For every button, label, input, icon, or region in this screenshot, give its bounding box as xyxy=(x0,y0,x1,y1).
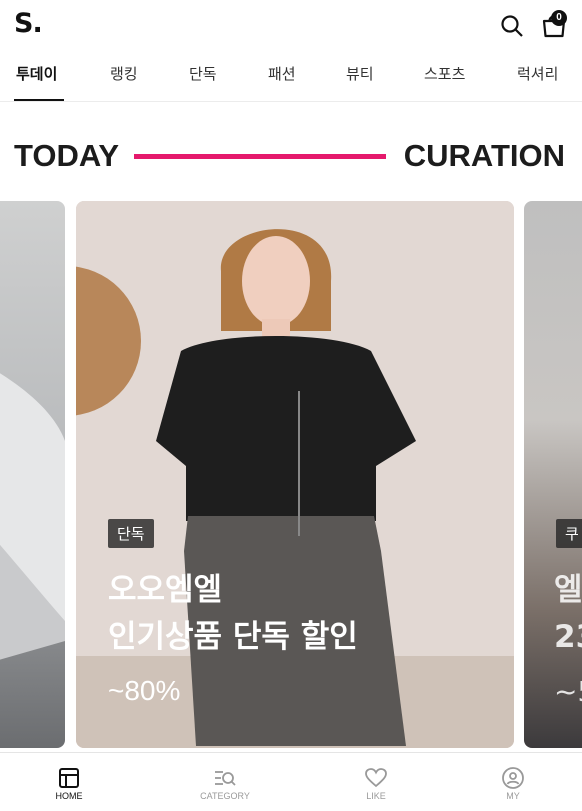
tab-exclusive[interactable]: 단독 xyxy=(189,63,217,84)
curation-title-left: TODAY xyxy=(14,138,120,173)
nav-like-label: LIKE xyxy=(366,791,386,801)
tab-today[interactable]: 투데이 xyxy=(16,63,57,84)
card-title-next: 엘 23 xyxy=(554,567,582,661)
sneaker-image xyxy=(0,373,65,660)
carousel-card-next[interactable]: 쿠 엘 23 ~5 xyxy=(524,201,582,748)
app-header: S. 0 xyxy=(0,0,582,52)
user-icon xyxy=(502,767,524,789)
nav-my[interactable]: MY xyxy=(463,753,563,811)
tab-beauty[interactable]: 뷰티 xyxy=(346,63,374,84)
card-title: 오오엠엘 인기상품 단독 할인 xyxy=(108,567,358,661)
card-title-line2: 인기상품 단독 할인 xyxy=(108,619,358,655)
nav-home[interactable]: HOME xyxy=(19,753,119,811)
model-photo xyxy=(76,201,514,748)
tab-sports[interactable]: 스포츠 xyxy=(424,63,465,84)
home-icon xyxy=(59,768,79,788)
nav-category-label: CATEGORY xyxy=(200,791,250,801)
brand-logo[interactable]: S. xyxy=(14,8,43,39)
category-icon xyxy=(215,771,236,786)
search-icon[interactable] xyxy=(500,14,524,38)
tab-fashion[interactable]: 패션 xyxy=(268,63,296,84)
tab-luxury[interactable]: 럭셔리 xyxy=(517,63,558,84)
card-title-line1: 오오엠엘 xyxy=(108,572,223,608)
heart-icon xyxy=(365,768,387,788)
card-discount: ~80% xyxy=(108,675,181,706)
tab-ranking[interactable]: 랭킹 xyxy=(110,63,138,84)
active-tab-indicator xyxy=(14,99,64,101)
card-title-next-line1: 엘 xyxy=(554,572,582,608)
card-discount-next: ~5 xyxy=(554,675,582,708)
nav-like[interactable]: LIKE xyxy=(326,753,426,811)
curation-accent-line xyxy=(134,154,386,159)
exclusive-badge: 단독 xyxy=(108,519,154,548)
bottom-navigation: HOME CATEGORY LIKE MY xyxy=(0,752,582,811)
nav-my-label: MY xyxy=(506,791,520,801)
coupon-badge: 쿠 xyxy=(556,519,582,548)
cart-count-badge: 0 xyxy=(551,10,567,26)
curation-title-right: CURATION xyxy=(403,138,565,173)
carousel-card-main[interactable]: 단독 오오엠엘 인기상품 단독 할인 ~80% xyxy=(76,201,514,748)
card-title-next-line2: 23 xyxy=(554,619,582,655)
carousel-card-previous[interactable] xyxy=(0,201,65,748)
nav-home-label: HOME xyxy=(55,791,83,801)
curation-carousel[interactable]: 단독 오오엠엘 인기상품 단독 할인 ~80% 쿠 엘 23 ~5 xyxy=(0,201,582,748)
category-tabs: 투데이 랭킹 단독 패션 뷰티 스포츠 럭셔리 xyxy=(0,52,582,102)
today-curation-heading: TODAY CURATION xyxy=(0,138,582,178)
nav-category[interactable]: CATEGORY xyxy=(175,753,275,811)
